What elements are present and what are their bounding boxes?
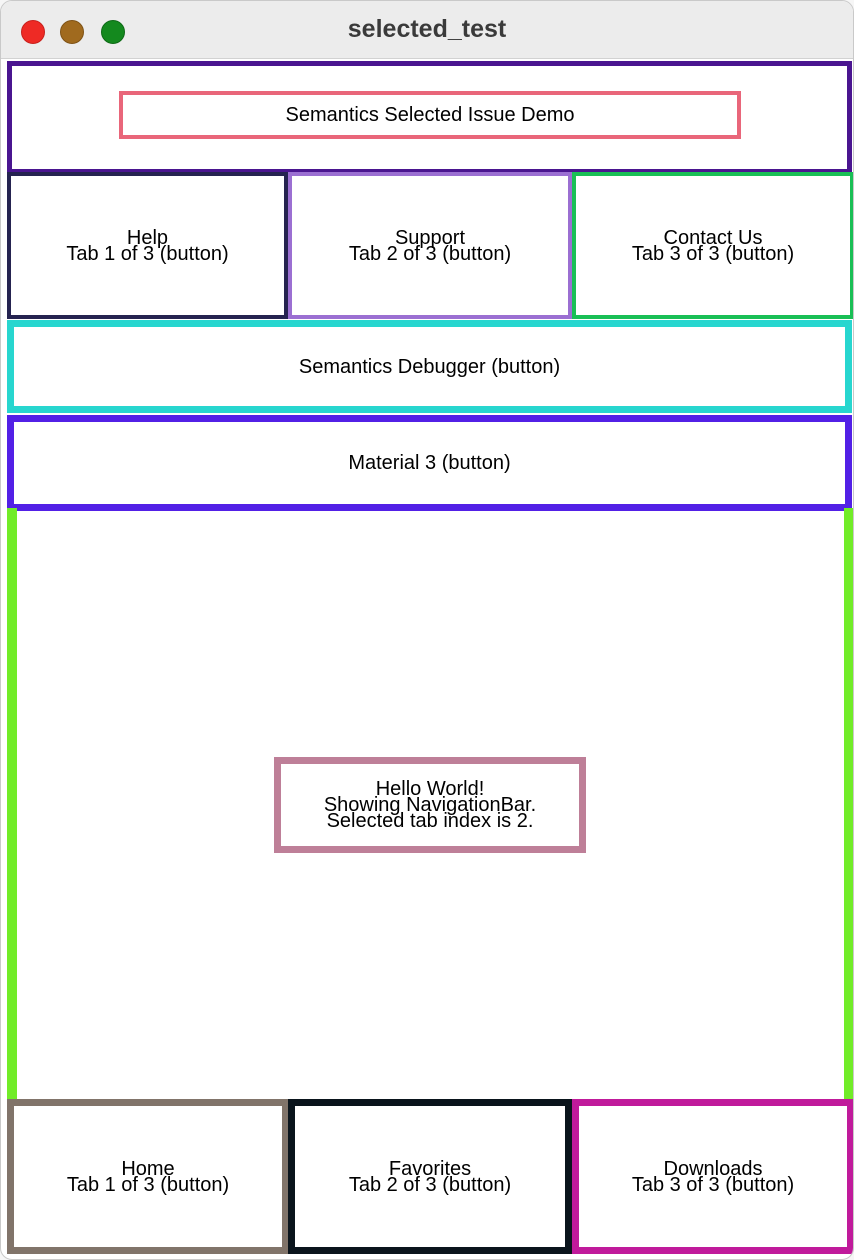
tab-hint: Tab 3 of 3 (button): [631, 242, 795, 265]
tab-hint: Tab 1 of 3 (button): [66, 242, 229, 265]
title-bar: selected_test: [1, 1, 853, 59]
nav-tab-downloads[interactable]: Downloads Tab 3 of 3 (button): [572, 1099, 853, 1254]
app-window: selected_test Semantics Selected Issue D…: [0, 0, 854, 1260]
body-text-box: Hello World! Showing NavigationBar. Sele…: [274, 757, 586, 853]
tab-contact-us[interactable]: Contact Us Tab 3 of 3 (button): [572, 172, 853, 319]
nav-hint: Tab 1 of 3 (button): [66, 1173, 230, 1196]
nav-tab-favorites[interactable]: Favorites Tab 2 of 3 (button): [288, 1099, 572, 1254]
material-3-button[interactable]: Material 3 (button): [7, 415, 852, 511]
body-line: Selected tab index is 2.: [326, 810, 534, 832]
app-bar-title-text: Semantics Selected Issue Demo: [285, 104, 575, 126]
semantics-debugger-button[interactable]: Semantics Debugger (button): [7, 320, 852, 413]
nav-hint: Tab 3 of 3 (button): [631, 1173, 795, 1196]
button-label: Material 3 (button): [348, 452, 511, 474]
nav-hint: Tab 2 of 3 (button): [348, 1173, 512, 1196]
tab-support[interactable]: Support Tab 2 of 3 (button): [288, 172, 572, 319]
button-label: Semantics Debugger (button): [298, 355, 561, 378]
app-bar-title: Semantics Selected Issue Demo: [119, 91, 741, 139]
tab-help[interactable]: Help Tab 1 of 3 (button): [7, 172, 288, 319]
tab-hint: Tab 2 of 3 (button): [348, 242, 512, 265]
nav-tab-home[interactable]: Home Tab 1 of 3 (button): [7, 1099, 289, 1254]
window-title: selected_test: [347, 15, 507, 43]
